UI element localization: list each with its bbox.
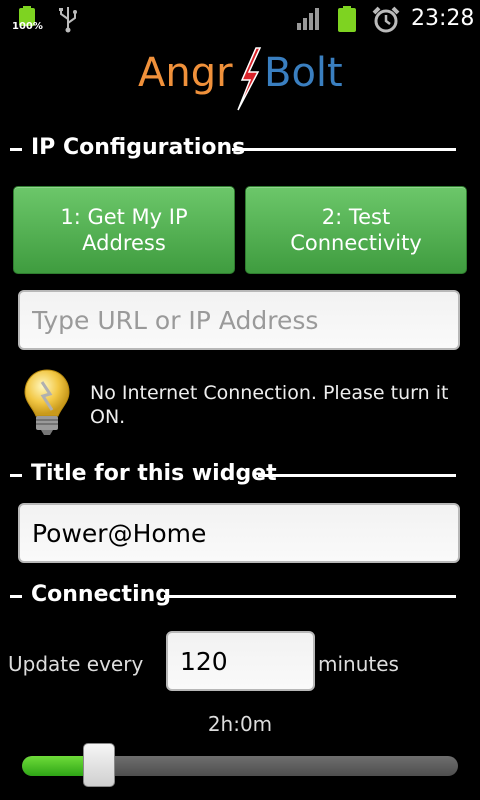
get-my-ip-button[interactable]: 1: Get My IP Address (13, 186, 235, 274)
section-title-ip: IP Configurations (31, 135, 246, 160)
battery-icon (338, 6, 356, 32)
update-interval-input[interactable] (166, 631, 315, 691)
section-ip-configurations: IP Configurations (10, 135, 456, 165)
slider-thumb[interactable] (82, 743, 115, 787)
clock-time: 23:28 (411, 6, 475, 31)
logo-text-bolt: Bolt (264, 50, 343, 96)
section-title-connecting: Connecting (31, 582, 172, 607)
section-dash (10, 474, 22, 477)
signal-icon (297, 8, 319, 30)
lightbulb-icon (24, 369, 70, 435)
section-rule (258, 474, 456, 477)
widget-title-input[interactable] (18, 503, 460, 563)
update-every-label: Update every (8, 652, 144, 676)
section-dash (10, 148, 22, 151)
get-my-ip-label: 1: Get My IP Address (60, 205, 188, 255)
alarm-icon (372, 6, 400, 33)
section-rule (164, 595, 456, 598)
section-title-widget: Title for this widget (31, 461, 277, 486)
lightning-bolt-icon (237, 47, 262, 111)
connection-status-message: No Internet Connection. Please turn it O… (90, 382, 449, 428)
section-connecting: Connecting (10, 582, 456, 612)
test-connectivity-label: 2: Test Connectivity (290, 205, 422, 255)
section-rule (232, 148, 456, 151)
section-dash (10, 595, 22, 598)
status-bar: 100% 23:28 (0, 0, 480, 38)
minutes-label: minutes (318, 652, 399, 676)
usb-icon (59, 7, 77, 33)
url-ip-input[interactable] (18, 290, 460, 350)
logo-text-angr: Angr (138, 50, 233, 96)
battery-percent-label: 100% (12, 21, 43, 32)
test-connectivity-button[interactable]: 2: Test Connectivity (245, 186, 467, 274)
duration-readout: 2h:0m (207, 712, 273, 736)
app-logo: Angr Bolt (0, 46, 480, 112)
section-widget-title: Title for this widget (10, 461, 456, 491)
